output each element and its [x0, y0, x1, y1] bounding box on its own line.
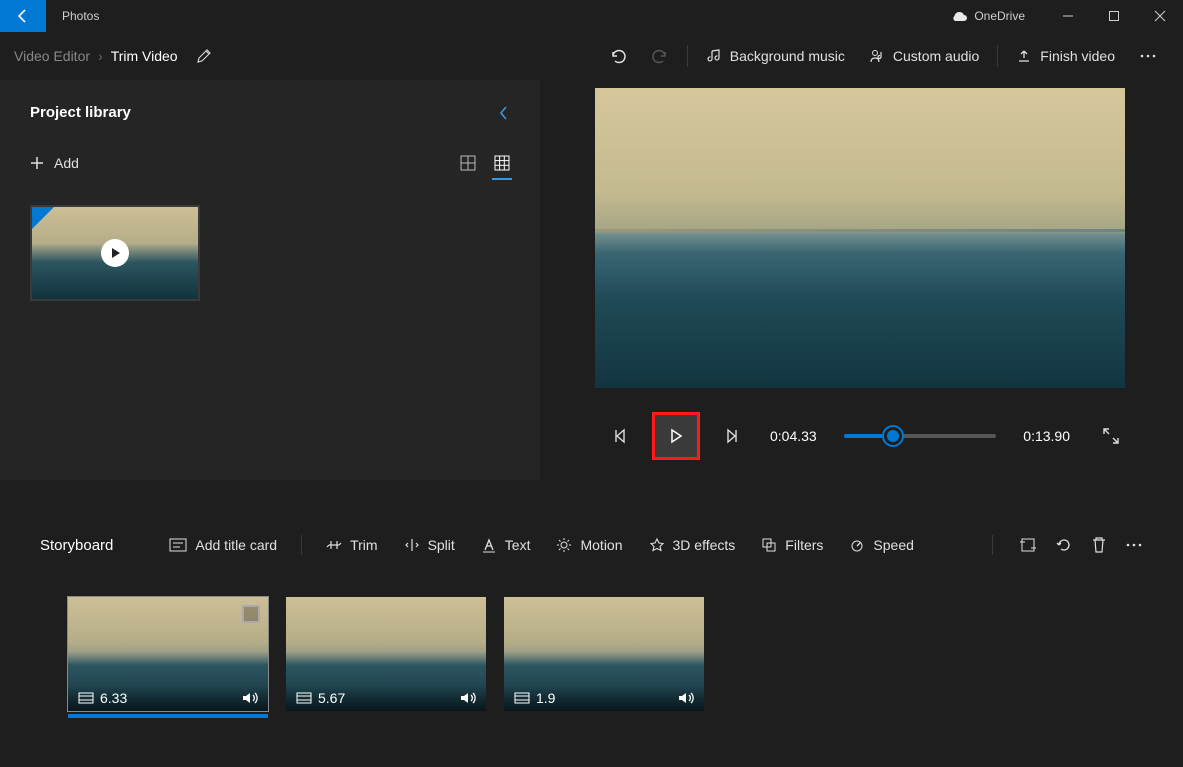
view-large-button[interactable] — [460, 155, 476, 171]
project-library-panel: Project library Add — [0, 80, 540, 480]
current-time: 0:04.33 — [770, 428, 826, 444]
divider — [687, 45, 688, 67]
clip-duration: 1.9 — [514, 690, 555, 706]
delete-button[interactable] — [1091, 536, 1107, 554]
clip-audio-button[interactable] — [242, 691, 258, 705]
custom-audio-button[interactable]: Custom audio — [857, 32, 991, 80]
close-button[interactable] — [1137, 0, 1183, 32]
trim-button[interactable]: Trim — [316, 527, 387, 563]
storyboard-title: Storyboard — [40, 537, 113, 554]
clip-audio-button[interactable] — [460, 691, 476, 705]
title-card-icon — [169, 538, 187, 552]
storyboard-clip[interactable]: 5.67 — [286, 597, 486, 711]
step-forward-icon — [723, 428, 739, 444]
preview-video[interactable] — [595, 88, 1125, 388]
breadcrumb-current: Trim Video — [111, 48, 178, 64]
speed-button[interactable]: Speed — [839, 527, 923, 563]
clip-audio-button[interactable] — [678, 691, 694, 705]
command-bar: Video Editor › Trim Video Background mus… — [0, 32, 1183, 80]
redo-button[interactable] — [639, 32, 681, 80]
frame-back-button[interactable] — [600, 415, 642, 457]
3d-effects-button[interactable]: 3D effects — [639, 527, 746, 563]
motion-button[interactable]: Motion — [546, 527, 632, 563]
back-button[interactable] — [0, 0, 46, 32]
undo-button[interactable] — [597, 32, 639, 80]
divider — [301, 535, 302, 555]
speaker-icon — [460, 691, 476, 705]
more-button[interactable] — [1127, 32, 1169, 80]
add-media-button[interactable]: Add — [30, 155, 79, 171]
preview-panel: 0:04.33 0:13.90 — [590, 80, 1130, 490]
storyboard-panel: Storyboard Add title card Trim Split Tex… — [0, 507, 1183, 767]
maximize-button[interactable] — [1091, 0, 1137, 32]
ellipsis-icon — [1125, 536, 1143, 554]
chevron-left-icon — [498, 105, 510, 121]
storyboard-clip[interactable]: 1.9 — [504, 597, 704, 711]
onedrive-status[interactable]: OneDrive — [950, 9, 1025, 23]
selection-checkbox[interactable] — [242, 605, 260, 623]
seek-bar[interactable] — [844, 434, 996, 438]
cloud-icon — [950, 10, 968, 22]
crop-icon — [1019, 536, 1037, 554]
rotate-icon — [1055, 536, 1073, 554]
seek-handle[interactable] — [884, 427, 902, 445]
text-icon — [481, 537, 497, 553]
frame-forward-button[interactable] — [710, 415, 752, 457]
speaker-icon — [242, 691, 258, 705]
plus-icon — [30, 156, 44, 170]
film-icon — [78, 692, 94, 704]
add-title-card-button[interactable]: Add title card — [159, 527, 287, 563]
trim-icon — [326, 537, 342, 553]
rotate-button[interactable] — [1055, 536, 1073, 554]
film-icon — [296, 692, 312, 704]
ellipsis-icon — [1139, 47, 1157, 65]
speed-icon — [849, 537, 865, 553]
music-icon — [706, 48, 722, 64]
view-small-button[interactable] — [494, 155, 510, 171]
person-audio-icon — [869, 48, 885, 64]
split-icon — [404, 537, 420, 553]
grid-large-icon — [460, 155, 476, 171]
film-icon — [514, 692, 530, 704]
step-back-icon — [613, 428, 629, 444]
finish-video-button[interactable]: Finish video — [1004, 32, 1127, 80]
clip-duration: 5.67 — [296, 690, 345, 706]
divider — [992, 535, 993, 555]
grid-small-icon — [494, 155, 510, 171]
edit-title-button[interactable] — [196, 48, 212, 64]
fullscreen-button[interactable] — [1102, 427, 1120, 445]
divider — [997, 45, 998, 67]
clip-duration: 6.33 — [78, 690, 127, 706]
effects-icon — [649, 537, 665, 553]
filters-button[interactable]: Filters — [751, 527, 833, 563]
total-time: 0:13.90 — [1014, 428, 1070, 444]
video-indicator-icon — [32, 207, 54, 229]
export-icon — [1016, 48, 1032, 64]
library-clip-thumbnail[interactable] — [30, 205, 200, 301]
library-title: Project library — [30, 104, 131, 121]
title-bar: Photos OneDrive — [0, 0, 1183, 32]
app-title: Photos — [62, 9, 99, 23]
text-button[interactable]: Text — [471, 527, 541, 563]
undo-icon — [609, 47, 627, 65]
minimize-button[interactable] — [1045, 0, 1091, 32]
play-button[interactable] — [652, 412, 700, 460]
motion-icon — [556, 537, 572, 553]
collapse-library-button[interactable] — [498, 105, 510, 121]
split-button[interactable]: Split — [394, 527, 465, 563]
breadcrumb-root[interactable]: Video Editor — [14, 48, 90, 64]
redo-icon — [651, 47, 669, 65]
fullscreen-icon — [1102, 427, 1120, 445]
trash-icon — [1091, 536, 1107, 554]
background-music-button[interactable]: Background music — [694, 32, 857, 80]
storyboard-clip[interactable]: 6.33 — [68, 597, 268, 711]
play-overlay-icon — [101, 239, 129, 267]
play-icon — [669, 428, 683, 444]
speaker-icon — [678, 691, 694, 705]
filters-icon — [761, 537, 777, 553]
chevron-right-icon: › — [98, 48, 103, 64]
resize-button[interactable] — [1019, 536, 1037, 554]
storyboard-more-button[interactable] — [1125, 536, 1143, 554]
